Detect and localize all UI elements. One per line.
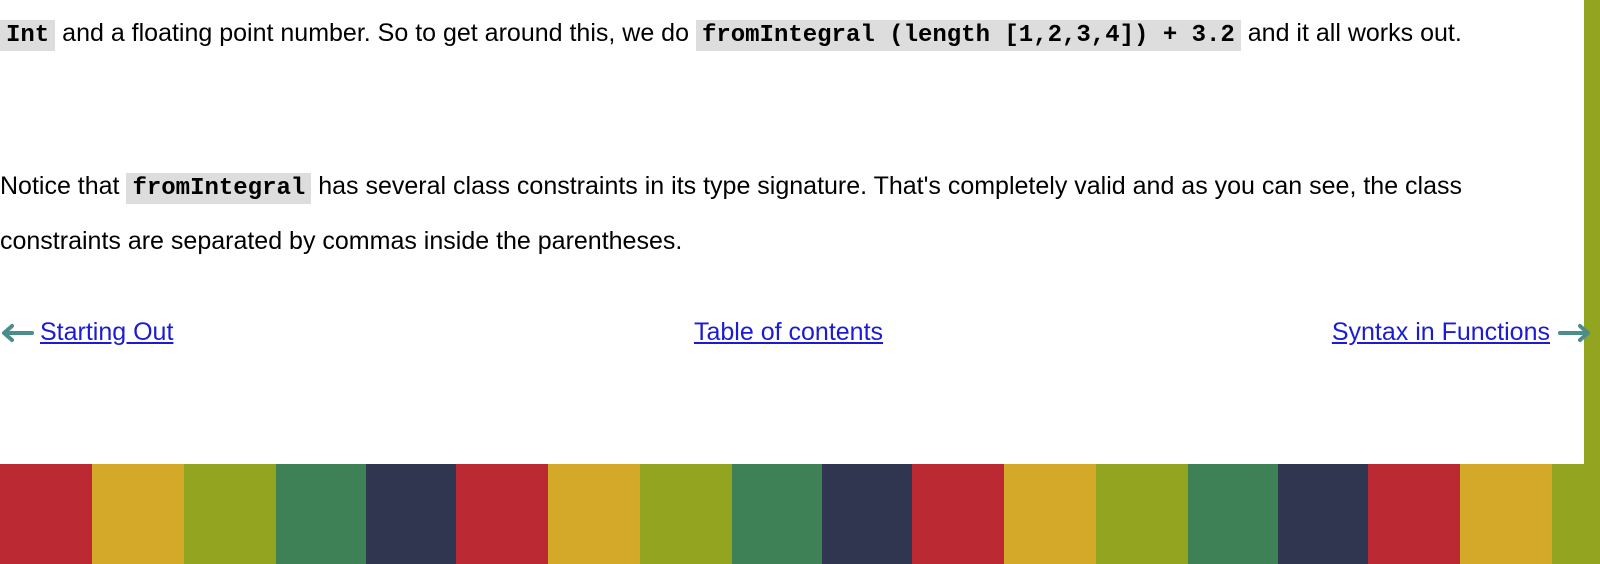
inline-code-int: Int: [0, 20, 56, 51]
nav-toc: Table of contents: [694, 318, 883, 347]
inline-code-expression: fromIntegral (length [1,2,3,4]) + 3.2: [695, 20, 1241, 51]
stripe-block: [366, 464, 456, 564]
decorative-stripe-footer: [0, 464, 1600, 564]
arrow-right-icon: [1558, 323, 1590, 342]
stripe-block: [912, 464, 1004, 564]
stripe-block: [92, 464, 184, 564]
stripe-block: [1096, 464, 1188, 564]
next-chapter-link[interactable]: Syntax in Functions: [1332, 318, 1550, 347]
page: Int and a floating point number. So to g…: [0, 0, 1600, 564]
table-of-contents-link[interactable]: Table of contents: [694, 318, 883, 346]
stripe-block: [1004, 464, 1096, 564]
right-accent-bar: [1584, 0, 1600, 470]
paragraph-class-constraints: Notice that fromIntegral has several cla…: [0, 160, 1584, 267]
paragraph-text: Notice that: [0, 172, 127, 200]
arrow-left-icon: [2, 323, 34, 342]
stripe-block: [276, 464, 366, 564]
paragraph-text: and a floating point number. So to get a…: [55, 19, 696, 47]
paragraph-from-integral-explanation: Int and a floating point number. So to g…: [0, 7, 1584, 62]
stripe-block: [732, 464, 822, 564]
stripe-block: [1188, 464, 1278, 564]
stripe-block: [0, 464, 92, 564]
stripe-block: [456, 464, 548, 564]
stripe-block: [640, 464, 732, 564]
stripe-block: [1278, 464, 1368, 564]
stripe-block: [1460, 464, 1552, 564]
nav-prev: Starting Out: [0, 318, 173, 347]
stripe-block: [822, 464, 912, 564]
paragraph-text: and it all works out.: [1240, 19, 1462, 47]
chapter-navigation: Starting Out Table of contents Syntax in…: [0, 318, 1590, 358]
stripe-block: [1368, 464, 1460, 564]
stripe-block: [548, 464, 640, 564]
inline-code-fromintegral: fromIntegral: [126, 173, 312, 204]
nav-next: Syntax in Functions: [1332, 318, 1592, 347]
stripe-block: [1552, 464, 1600, 564]
stripe-block: [184, 464, 276, 564]
prev-chapter-link[interactable]: Starting Out: [40, 318, 173, 347]
